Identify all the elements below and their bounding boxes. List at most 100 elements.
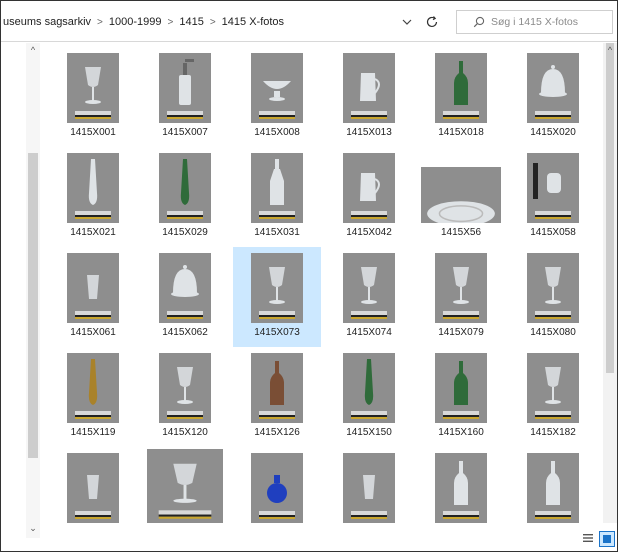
file-name: 1415X007 — [162, 127, 208, 138]
file-name: 1415X062 — [162, 327, 208, 338]
scroll-up-icon[interactable]: ^ — [603, 43, 617, 57]
file-item[interactable]: 1415X001 — [49, 47, 137, 147]
photo-thumbnail — [435, 53, 487, 123]
breadcrumb[interactable]: useums sagsarkiv > 1000-1999 > 1415 > 14… — [3, 11, 423, 33]
file-name: 1415X073 — [254, 327, 300, 338]
photo-thumbnail — [527, 453, 579, 523]
file-name: 1415X080 — [530, 327, 576, 338]
file-item[interactable] — [141, 447, 229, 547]
search-input[interactable]: Søg i 1415 X-fotos — [491, 16, 578, 28]
chevron-right-icon: > — [209, 16, 216, 28]
photo-thumbnail — [527, 253, 579, 323]
file-item[interactable]: 1415X160 — [417, 347, 505, 447]
photo-thumbnail — [251, 253, 303, 323]
file-name: 1415X56 — [440, 227, 482, 238]
breadcrumb-segment[interactable]: 1415 X-fotos — [222, 16, 284, 28]
photo-thumbnail — [251, 153, 303, 223]
file-name: 1415X042 — [346, 227, 392, 238]
photo-thumbnail — [67, 153, 119, 223]
file-name: 1415X013 — [346, 127, 392, 138]
file-item[interactable] — [325, 447, 413, 547]
vertical-scrollbar[interactable]: ^ ⌄ — [26, 43, 40, 538]
chevron-down-icon[interactable] — [399, 13, 415, 31]
photo-thumbnail — [343, 53, 395, 123]
file-item[interactable]: 1415X126 — [233, 347, 321, 447]
refresh-icon[interactable] — [421, 11, 443, 33]
file-item[interactable]: 1415X042 — [325, 147, 413, 247]
file-name: 1415X020 — [530, 127, 576, 138]
scroll-up-icon[interactable]: ^ — [26, 43, 40, 57]
file-item[interactable]: 1415X150 — [325, 347, 413, 447]
file-item[interactable] — [417, 447, 505, 547]
file-item[interactable]: 1415X020 — [509, 47, 597, 147]
file-name: 1415X029 — [162, 227, 208, 238]
file-name: 1415X008 — [254, 127, 300, 138]
file-item[interactable]: 1415X058 — [509, 147, 597, 247]
view-switcher — [581, 531, 615, 547]
scrollbar-thumb[interactable] — [606, 43, 614, 373]
file-item[interactable]: 1415X074 — [325, 247, 413, 347]
file-name: 1415X031 — [254, 227, 300, 238]
file-explorer-window: useums sagsarkiv > 1000-1999 > 1415 > 14… — [0, 0, 618, 552]
photo-thumbnail — [527, 353, 579, 423]
photo-thumbnail — [343, 453, 395, 523]
photo-thumbnail — [159, 153, 211, 223]
search-icon — [469, 12, 489, 32]
photo-thumbnail — [67, 53, 119, 123]
file-name: 1415X160 — [438, 427, 484, 438]
breadcrumb-segment[interactable]: useums sagsarkiv — [3, 16, 91, 28]
file-name: 1415X120 — [162, 427, 208, 438]
file-item[interactable]: 1415X079 — [417, 247, 505, 347]
breadcrumb-segment[interactable]: 1000-1999 — [109, 16, 162, 28]
file-item[interactable]: 1415X56 — [417, 147, 505, 247]
file-item[interactable]: 1415X031 — [233, 147, 321, 247]
file-item[interactable]: 1415X061 — [49, 247, 137, 347]
photo-thumbnail — [435, 453, 487, 523]
file-name: 1415X058 — [530, 227, 576, 238]
large-icons-view-icon[interactable] — [599, 531, 615, 547]
file-item[interactable]: 1415X021 — [49, 147, 137, 247]
photo-thumbnail — [527, 53, 579, 123]
photo-thumbnail — [435, 253, 487, 323]
photo-thumbnail — [435, 353, 487, 423]
photo-thumbnail — [251, 353, 303, 423]
file-name: 1415X150 — [346, 427, 392, 438]
file-item[interactable]: 1415X018 — [417, 47, 505, 147]
chevron-right-icon: > — [167, 16, 174, 28]
file-name: 1415X079 — [438, 327, 484, 338]
photo-thumbnail — [343, 153, 395, 223]
file-name: 1415X119 — [70, 427, 116, 438]
right-scrollbar[interactable]: ^ — [603, 43, 617, 523]
photo-thumbnail — [159, 253, 211, 323]
details-view-icon[interactable] — [581, 531, 595, 545]
file-item[interactable]: 1415X007 — [141, 47, 229, 147]
file-item[interactable]: 1415X013 — [325, 47, 413, 147]
file-item[interactable]: 1415X062 — [141, 247, 229, 347]
file-name: 1415X018 — [438, 127, 484, 138]
file-item[interactable]: 1415X120 — [141, 347, 229, 447]
file-name: 1415X021 — [70, 227, 116, 238]
breadcrumb-segment[interactable]: 1415 — [179, 16, 203, 28]
photo-thumbnail — [251, 453, 303, 523]
photo-thumbnail — [67, 353, 119, 423]
photo-thumbnail — [343, 253, 395, 323]
file-item[interactable]: 1415X182 — [509, 347, 597, 447]
file-item[interactable]: 1415X029 — [141, 147, 229, 247]
file-item[interactable]: 1415X008 — [233, 47, 321, 147]
file-name: 1415X074 — [346, 327, 392, 338]
file-item[interactable]: 1415X119 — [49, 347, 137, 447]
photo-thumbnail — [67, 453, 119, 523]
file-name: 1415X061 — [70, 327, 116, 338]
scrollbar-thumb[interactable] — [28, 153, 38, 458]
file-item[interactable]: 1415X073 — [233, 247, 321, 347]
file-item[interactable]: 1415X080 — [509, 247, 597, 347]
search-box[interactable]: Søg i 1415 X-fotos — [456, 10, 613, 34]
file-item[interactable] — [49, 447, 137, 547]
chevron-right-icon: > — [97, 16, 103, 28]
scroll-down-icon[interactable]: ⌄ — [26, 521, 40, 535]
photo-thumbnail — [343, 353, 395, 423]
file-grid: 1415X001 1415X007 1415X008 1415X013 1415… — [49, 47, 599, 537]
photo-thumbnail — [421, 167, 501, 223]
file-name: 1415X126 — [254, 427, 300, 438]
file-item[interactable] — [233, 447, 321, 547]
